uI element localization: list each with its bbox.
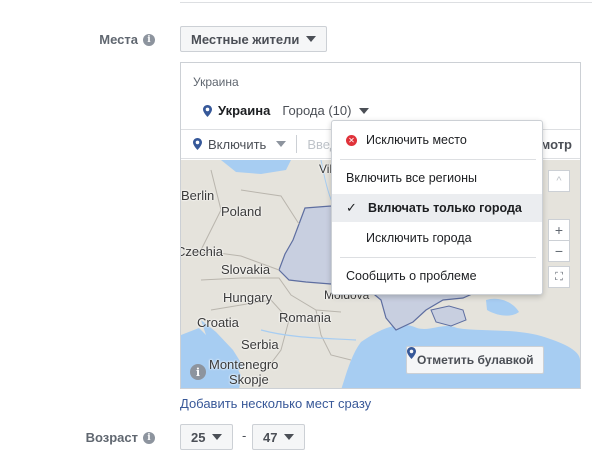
cities-options-menu: ✕ Исключить место Включить все регионы ✓…	[331, 120, 543, 295]
drop-pin-label: Отметить булавкой	[417, 353, 534, 367]
browse-link[interactable]: мотр	[541, 137, 572, 152]
country-name: Украина	[218, 103, 271, 118]
location-pin-icon	[193, 138, 202, 150]
cities-filter-dropdown[interactable]: Города (10)	[282, 103, 370, 118]
include-label: Включить	[208, 136, 267, 152]
caret-down-icon	[359, 107, 370, 114]
menu-item-include-only-cities[interactable]: ✓ Включать только города	[332, 194, 542, 222]
age-max-dropdown[interactable]: 47	[252, 424, 306, 450]
map-label: Berlin	[181, 188, 215, 203]
caret-down-icon	[276, 141, 287, 147]
places-label-row: Места i	[99, 32, 155, 47]
menu-divider	[340, 159, 536, 160]
caret-down-icon	[306, 36, 317, 42]
audience-type-value: Местные жители	[191, 31, 300, 47]
exclude-icon: ✕	[346, 134, 357, 146]
age-min-value: 25	[191, 429, 206, 445]
age-range-dash: -	[242, 428, 247, 443]
fullscreen-button[interactable]: ⛶	[548, 266, 570, 288]
places-label: Места	[99, 32, 138, 47]
map-label: Poland	[221, 204, 262, 219]
map-label: Croatia	[197, 315, 239, 330]
cities-filter-label: Города (10)	[282, 103, 352, 118]
location-pin-icon	[407, 347, 416, 359]
age-min-dropdown[interactable]: 25	[180, 424, 234, 450]
map-top-control[interactable]: ^	[548, 170, 570, 192]
selected-country-row: Украина Города (10)	[203, 103, 370, 118]
location-pin-icon	[203, 104, 212, 117]
menu-item-label: Включать только города	[368, 201, 522, 215]
map-label: Skopje	[229, 372, 269, 387]
age-label-row: Возраст i	[86, 430, 155, 445]
caret-down-icon	[212, 434, 223, 440]
menu-item-label: Сообщить о проблеме	[346, 269, 477, 283]
menu-item-label: Исключить города	[366, 231, 472, 245]
info-icon[interactable]: i	[143, 33, 155, 46]
menu-item-exclude-cities[interactable]: Исключить города	[332, 224, 542, 252]
age-max-value: 47	[263, 429, 278, 445]
caret-down-icon	[284, 434, 295, 440]
bulk-add-locations-link[interactable]: Добавить несколько мест сразу	[180, 396, 371, 411]
audience-type-dropdown[interactable]: Местные жители	[180, 26, 328, 52]
country-header: Украина	[193, 75, 239, 89]
map-label: Romania	[279, 310, 332, 325]
menu-item-include-all-regions[interactable]: Включить все регионы	[332, 164, 542, 192]
map-label: Serbia	[241, 337, 279, 352]
menu-item-label: Включить все регионы	[346, 171, 478, 185]
map-label: Czechia	[181, 244, 223, 259]
top-divider	[180, 2, 592, 3]
info-icon[interactable]: i	[143, 431, 155, 444]
menu-item-label: Исключить место	[366, 133, 467, 147]
map-label: Montenegro	[209, 357, 279, 372]
zoom-out-button[interactable]: −	[548, 240, 570, 262]
checkmark-icon: ✓	[346, 200, 357, 215]
map-label: Slovakia	[221, 262, 271, 277]
menu-divider	[340, 257, 536, 258]
menu-item-exclude-place[interactable]: ✕ Исключить место	[332, 126, 542, 154]
map-label: Hungary	[223, 290, 273, 305]
zoom-in-button[interactable]: +	[548, 219, 570, 241]
age-label: Возраст	[85, 430, 138, 445]
drop-pin-button[interactable]: Отметить булавкой	[406, 346, 545, 374]
menu-item-report-problem[interactable]: Сообщить о проблеме	[332, 262, 542, 290]
include-dropdown[interactable]: Включить	[181, 130, 296, 158]
map-info-icon[interactable]: i	[190, 364, 206, 380]
